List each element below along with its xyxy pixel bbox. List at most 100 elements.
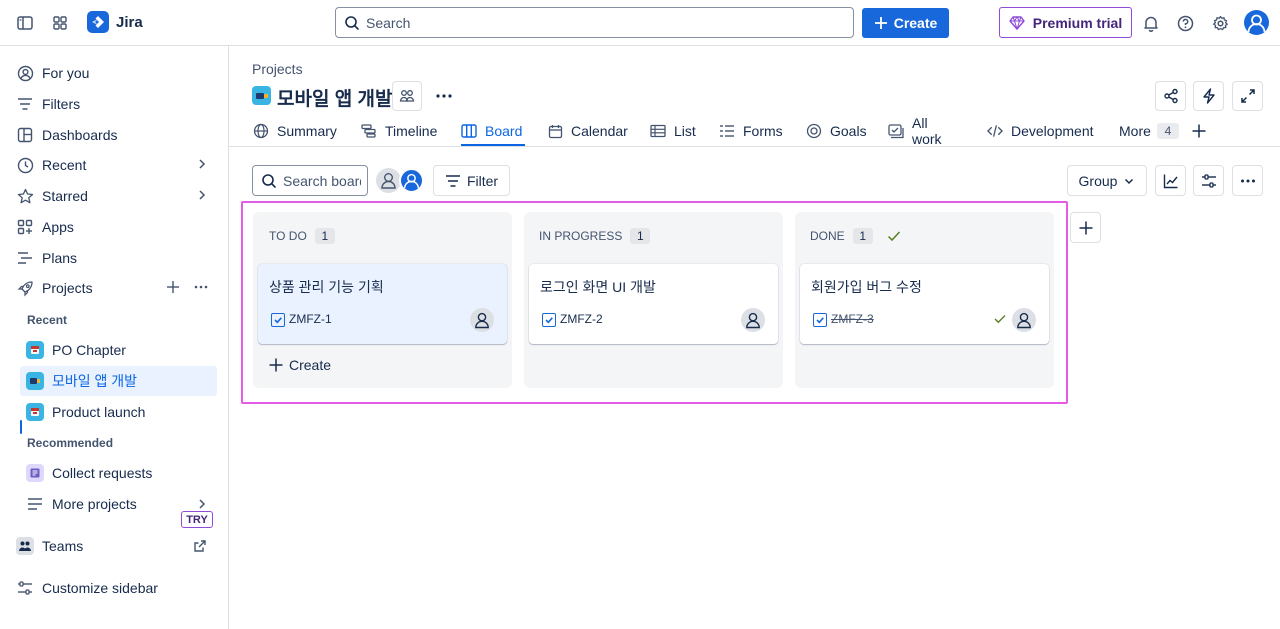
sidebar-item-label: Collect requests: [52, 465, 153, 481]
collect-requests-icon: [26, 464, 44, 482]
sidebar-item-recent[interactable]: Recent: [12, 150, 217, 180]
globe-icon: [253, 123, 269, 139]
filter-button[interactable]: Filter: [433, 165, 510, 196]
rocket-icon: [16, 279, 34, 297]
tab-development[interactable]: Development: [987, 116, 1094, 146]
settings-gear-icon[interactable]: [1208, 11, 1232, 35]
automation-button[interactable]: [1193, 81, 1224, 111]
sidebar-item-filters[interactable]: Filters: [12, 89, 217, 119]
project-icon: [26, 372, 44, 390]
tab-label: Calendar: [571, 123, 628, 139]
user-filter-avatar[interactable]: [399, 168, 424, 193]
notifications-bell-icon[interactable]: [1139, 11, 1163, 35]
sidebar-project-po-chapter[interactable]: PO Chapter: [20, 335, 217, 365]
sidebar-item-dashboards[interactable]: Dashboards: [12, 120, 217, 150]
tab-list[interactable]: List: [650, 116, 696, 146]
premium-trial-button[interactable]: Premium trial: [999, 7, 1132, 38]
list-icon: [26, 495, 44, 513]
sidebar-toggle-icon[interactable]: [13, 11, 37, 35]
search-icon: [261, 173, 277, 189]
filter-icon: [445, 174, 461, 188]
app-name[interactable]: Jira: [116, 14, 143, 31]
timeline-icon: [361, 123, 377, 139]
tab-goals[interactable]: Goals: [806, 116, 867, 146]
goal-icon: [806, 123, 822, 139]
tab-calendar[interactable]: Calendar: [547, 116, 628, 146]
breadcrumb[interactable]: Projects: [252, 61, 303, 77]
add-tab-plus-icon[interactable]: [1192, 116, 1206, 146]
tab-summary[interactable]: Summary: [253, 116, 337, 146]
expand-icon: [1240, 88, 1256, 104]
create-button-label: Create: [893, 15, 938, 31]
global-search-input[interactable]: [366, 14, 826, 31]
tab-timeline[interactable]: Timeline: [361, 116, 437, 146]
tab-board[interactable]: Board: [461, 116, 526, 146]
projects-more-icon[interactable]: [193, 280, 209, 294]
insights-button[interactable]: [1155, 165, 1186, 196]
tab-label: All work: [912, 115, 942, 147]
board-search-input[interactable]: [283, 172, 361, 189]
add-column-button[interactable]: [1070, 212, 1101, 243]
sidebar-item-starred[interactable]: Starred: [12, 181, 217, 211]
page-title: 모바일 앱 개발: [277, 89, 393, 110]
sidebar-item-customize[interactable]: Customize sidebar: [12, 573, 217, 603]
unassigned-avatar[interactable]: [376, 168, 401, 193]
create-button[interactable]: Create: [862, 8, 949, 38]
sidebar-project-label: PO Chapter: [52, 342, 126, 358]
sidebar-project-mobile-app[interactable]: 모바일 앱 개발: [20, 366, 217, 396]
premium-trial-label: Premium trial: [1032, 14, 1123, 31]
project-icon: [26, 403, 44, 421]
external-link-icon: [193, 539, 207, 553]
share-button[interactable]: [1155, 81, 1186, 111]
sidebar-item-more-projects[interactable]: More projects: [20, 489, 217, 519]
sidebar-item-label: Apps: [42, 219, 74, 235]
tab-label: Development: [1011, 123, 1094, 139]
help-icon[interactable]: [1173, 11, 1197, 35]
share-icon: [1163, 88, 1179, 104]
sidebar-item-label: Filters: [42, 96, 81, 112]
project-icon: [252, 86, 271, 105]
people-icon: [399, 88, 415, 104]
add-project-plus-icon[interactable]: [166, 280, 180, 294]
sidebar-project-product-launch[interactable]: Product launch: [20, 397, 217, 427]
sidebar-item-teams[interactable]: Teams: [12, 531, 217, 561]
plus-icon: [874, 16, 888, 30]
global-search-box[interactable]: [335, 7, 854, 38]
more-actions-icon[interactable]: [432, 84, 456, 108]
board-more-button[interactable]: [1232, 165, 1263, 196]
dashboard-icon: [16, 126, 34, 144]
sidebar-item-label: For you: [42, 65, 90, 81]
sidebar-item-label: Recent: [42, 157, 87, 173]
board-icon: [461, 123, 477, 139]
all-work-icon: [888, 123, 904, 139]
sidebar-item-plans[interactable]: Plans: [12, 243, 217, 273]
sidebar-item-label: Dashboards: [42, 127, 118, 143]
group-button[interactable]: Group: [1067, 165, 1147, 196]
top-navigation: Jira Create Premium trial: [0, 0, 1280, 46]
forms-icon: [719, 123, 735, 139]
sidebar-item-apps[interactable]: Apps: [12, 212, 217, 242]
sidebar-item-label: Starred: [42, 188, 88, 204]
sidebar-item-label: Customize sidebar: [42, 580, 158, 596]
sidebar-item-projects[interactable]: Projects: [12, 273, 217, 303]
user-avatar[interactable]: [1244, 10, 1269, 35]
teams-icon: [16, 537, 34, 555]
app-switcher-icon[interactable]: [48, 11, 72, 35]
jira-logo-icon[interactable]: [87, 11, 109, 33]
sidebar-item-for-you[interactable]: For you: [12, 58, 217, 88]
fullscreen-button[interactable]: [1232, 81, 1263, 111]
tab-forms[interactable]: Forms: [719, 116, 783, 146]
board-search-box[interactable]: [252, 165, 368, 196]
sidebar-project-label: Product launch: [52, 404, 146, 420]
project-icon: [26, 341, 44, 359]
view-settings-button[interactable]: [1193, 165, 1224, 196]
tab-more[interactable]: More 4: [1119, 116, 1179, 146]
tab-all-work[interactable]: All work: [888, 115, 942, 147]
people-button[interactable]: [392, 81, 422, 111]
tab-label: Goals: [830, 123, 867, 139]
sidebar-item-collect-requests[interactable]: Collect requests: [20, 458, 217, 488]
sidebar-item-label: More projects: [52, 496, 137, 512]
lightning-icon: [1202, 88, 1216, 104]
chevron-right-icon: [195, 157, 209, 171]
tab-label: List: [674, 123, 696, 139]
